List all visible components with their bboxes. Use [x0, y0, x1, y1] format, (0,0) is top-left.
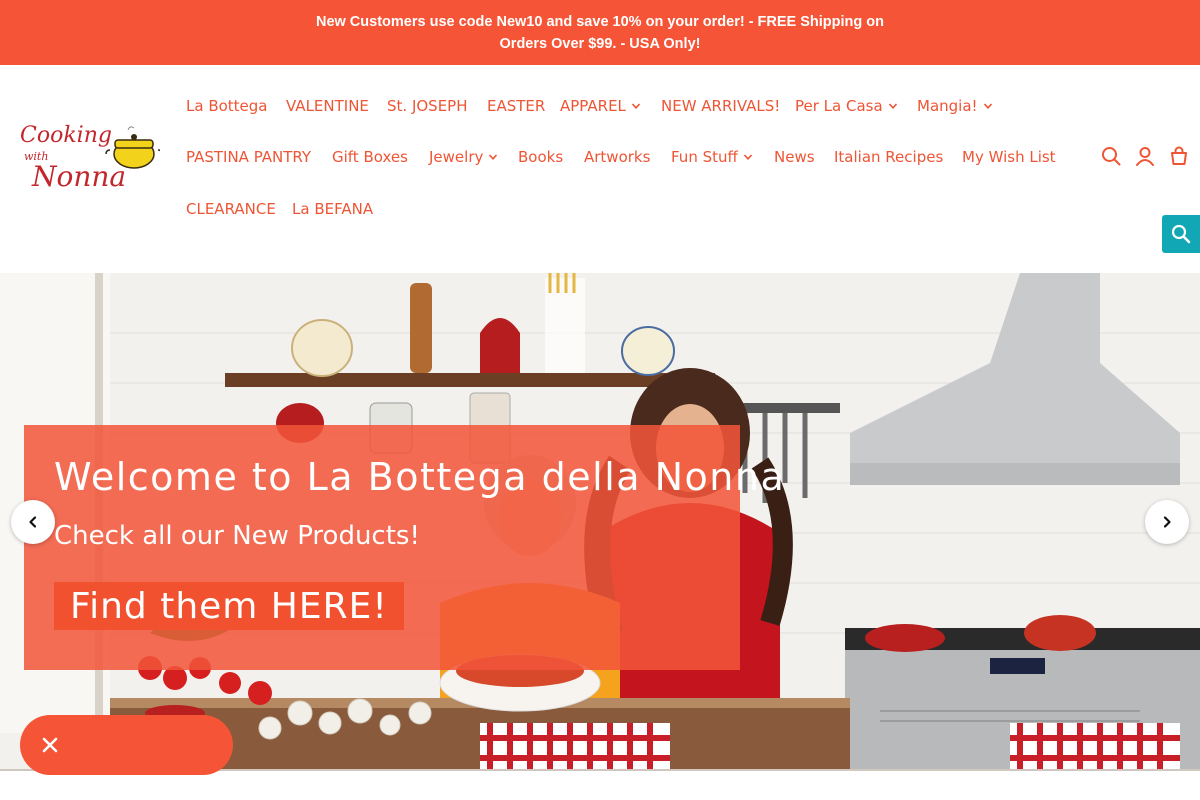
- nav-item-la-bottega[interactable]: La Bottega: [186, 94, 268, 118]
- chevron-right-icon: [1163, 516, 1171, 528]
- nav-item-pastina-pantry[interactable]: PASTINA PANTRY: [186, 145, 311, 169]
- nav-label: VALENTINE: [286, 97, 369, 115]
- nav-label: Books: [518, 148, 564, 166]
- chevron-down-icon: [743, 152, 753, 162]
- nav-item-fun-stuff[interactable]: Fun Stuff: [671, 145, 753, 169]
- nav-label: NEW ARRIVALS!: [661, 97, 781, 115]
- nav-item-news[interactable]: News: [774, 145, 815, 169]
- nav-item-valentine[interactable]: VALENTINE: [286, 94, 369, 118]
- search-toggle-button[interactable]: [1162, 215, 1200, 253]
- slider-next-button[interactable]: [1145, 500, 1189, 544]
- nav-item-clearance[interactable]: CLEARANCE: [186, 197, 276, 221]
- cart-icon[interactable]: [1168, 145, 1190, 167]
- nav-item-artworks[interactable]: Artworks: [584, 145, 650, 169]
- nav-item-st-joseph[interactable]: St. JOSEPH: [387, 94, 468, 118]
- nav-label: Fun Stuff: [671, 148, 738, 166]
- nav-item-apparel[interactable]: APPAREL: [560, 94, 641, 118]
- nav-item-books[interactable]: Books: [518, 145, 563, 169]
- search-icon[interactable]: [1100, 145, 1122, 167]
- main-nav: La Bottega VALENTINE St. JOSEPH EASTER A…: [0, 65, 1100, 273]
- nav-label: St. JOSEPH: [387, 97, 468, 115]
- nav-label: Gift Boxes: [332, 148, 408, 166]
- nav-item-la-befana[interactable]: La BEFANA: [292, 197, 373, 221]
- nav-label: Italian Recipes: [834, 148, 944, 166]
- header-icons: [1100, 145, 1190, 167]
- hero-cta-button[interactable]: Find them HERE!: [54, 582, 404, 630]
- nav-label: My Wish List: [962, 148, 1056, 166]
- hero-subtitle: Check all our New Products!: [54, 521, 420, 551]
- chevron-down-icon: [983, 101, 993, 111]
- nav-label: Artworks: [584, 148, 651, 166]
- announcement-text: New Customers use code New10 and save 10…: [315, 13, 885, 52]
- nav-label: APPAREL: [560, 97, 626, 115]
- nav-label: La BEFANA: [292, 200, 374, 218]
- nav-label: CLEARANCE: [186, 200, 276, 218]
- slider-prev-button[interactable]: [11, 500, 55, 544]
- nav-label: La Bottega: [186, 97, 268, 115]
- nav-item-easter[interactable]: EASTER: [487, 94, 545, 118]
- search-icon: [1171, 224, 1191, 244]
- chevron-down-icon: [888, 101, 898, 111]
- nav-item-per-la-casa[interactable]: Per La Casa: [795, 94, 898, 118]
- nav-item-mangia[interactable]: Mangia!: [917, 94, 993, 118]
- nav-item-my-wish-list[interactable]: My Wish List: [962, 145, 1056, 169]
- nav-label: Per La Casa: [795, 97, 883, 115]
- chevron-left-icon: [29, 516, 37, 528]
- nav-item-jewelry[interactable]: Jewelry: [429, 145, 498, 169]
- nav-item-new-arrivals[interactable]: NEW ARRIVALS!: [661, 94, 780, 118]
- nav-label: PASTINA PANTRY: [186, 148, 312, 166]
- chevron-down-icon: [631, 101, 641, 111]
- hero-overlay-card: Welcome to La Bottega della Nonna Check …: [24, 425, 784, 670]
- nav-label: Mangia!: [917, 97, 978, 115]
- hero-slider: Welcome to La Bottega della Nonna Check …: [0, 273, 1200, 771]
- chevron-down-icon: [488, 152, 498, 162]
- hero-title: Welcome to La Bottega della Nonna: [54, 455, 786, 499]
- nav-label: Jewelry: [429, 148, 484, 166]
- nav-label: EASTER: [487, 97, 546, 115]
- popup-close-button[interactable]: [20, 715, 233, 775]
- nav-label: News: [774, 148, 815, 166]
- site-header: Cooking with Nonna La Bottega VALENTINE …: [0, 65, 1200, 273]
- announcement-bar: New Customers use code New10 and save 10…: [0, 0, 1200, 65]
- close-icon: [42, 737, 58, 753]
- nav-item-gift-boxes[interactable]: Gift Boxes: [332, 145, 408, 169]
- nav-item-italian-recipes[interactable]: Italian Recipes: [834, 145, 943, 169]
- account-icon[interactable]: [1134, 145, 1156, 167]
